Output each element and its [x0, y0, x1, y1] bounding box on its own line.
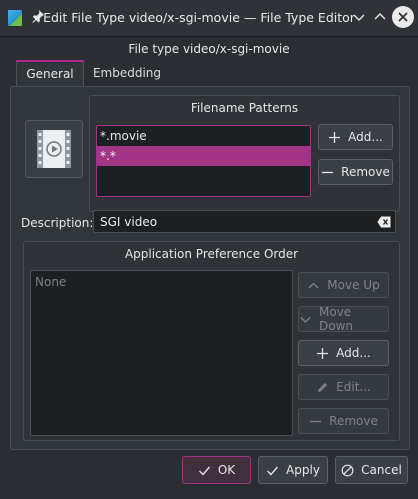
close-icon[interactable]: [392, 6, 414, 28]
minus-icon: [309, 415, 322, 428]
dialog-subtitle: File type video/x-sgi-movie: [128, 42, 290, 56]
checkmark-icon: [266, 464, 279, 477]
add-application-button[interactable]: Add...: [298, 340, 389, 366]
cancel-button[interactable]: Cancel: [335, 456, 408, 484]
pattern-item[interactable]: *.movie: [97, 126, 310, 146]
tab-general[interactable]: General: [16, 60, 84, 88]
add-pattern-button[interactable]: Add...: [318, 124, 393, 150]
remove-pattern-button[interactable]: Remove: [318, 159, 393, 185]
move-down-button[interactable]: Move Down: [298, 305, 389, 333]
move-up-button[interactable]: Move Up: [298, 272, 389, 298]
filename-patterns-title: Filename Patterns: [190, 101, 299, 115]
chevron-down-icon: [299, 313, 312, 326]
general-tab-panel: Filename Patterns *.movie *.* Add... Rem…: [10, 86, 410, 450]
mime-icon-button[interactable]: [25, 120, 83, 178]
application-preference-group: Application Preference Order None Move U…: [23, 241, 400, 441]
video-file-icon: [37, 130, 71, 168]
maximize-icon[interactable]: [372, 9, 388, 25]
add-pattern-label: Add...: [348, 130, 383, 144]
plus-icon: [328, 131, 341, 144]
apply-button[interactable]: Apply: [258, 456, 328, 484]
add-application-label: Add...: [336, 346, 371, 360]
remove-application-label: Remove: [329, 414, 378, 428]
title-bar[interactable]: Edit File Type video/x-sgi-movie — File …: [0, 0, 418, 37]
applications-list[interactable]: None: [30, 270, 293, 436]
remove-application-button[interactable]: Remove: [298, 408, 389, 434]
plus-icon: [316, 347, 329, 360]
ok-label: OK: [217, 463, 236, 477]
cancel-label: Cancel: [361, 463, 402, 477]
minimize-icon[interactable]: [351, 9, 367, 25]
move-down-label: Move Down: [319, 305, 354, 333]
edit-application-label: Edit...: [336, 380, 371, 394]
apply-label: Apply: [286, 463, 320, 477]
minus-icon: [321, 166, 334, 179]
description-label: Description:: [21, 216, 94, 230]
filename-patterns-group: Filename Patterns *.movie *.* Add... Rem…: [89, 95, 400, 212]
edit-application-button[interactable]: Edit...: [298, 374, 389, 400]
pattern-item-selected[interactable]: *.*: [97, 146, 310, 166]
ok-button[interactable]: OK: [182, 456, 251, 484]
description-value: SGI video: [100, 215, 158, 229]
applications-empty-text: None: [35, 275, 67, 289]
description-field[interactable]: SGI video: [93, 210, 396, 233]
move-up-label: Move Up: [327, 278, 380, 292]
tab-embedding[interactable]: Embedding: [83, 61, 171, 86]
patterns-list[interactable]: *.movie *.*: [96, 125, 311, 197]
chevron-up-icon: [307, 279, 320, 292]
remove-pattern-label: Remove: [341, 165, 390, 179]
application-preference-title: Application Preference Order: [124, 247, 299, 261]
checkmark-icon: [198, 464, 211, 477]
pencil-icon: [316, 381, 329, 394]
cancel-icon: [341, 464, 354, 477]
clear-text-icon[interactable]: [377, 216, 391, 228]
